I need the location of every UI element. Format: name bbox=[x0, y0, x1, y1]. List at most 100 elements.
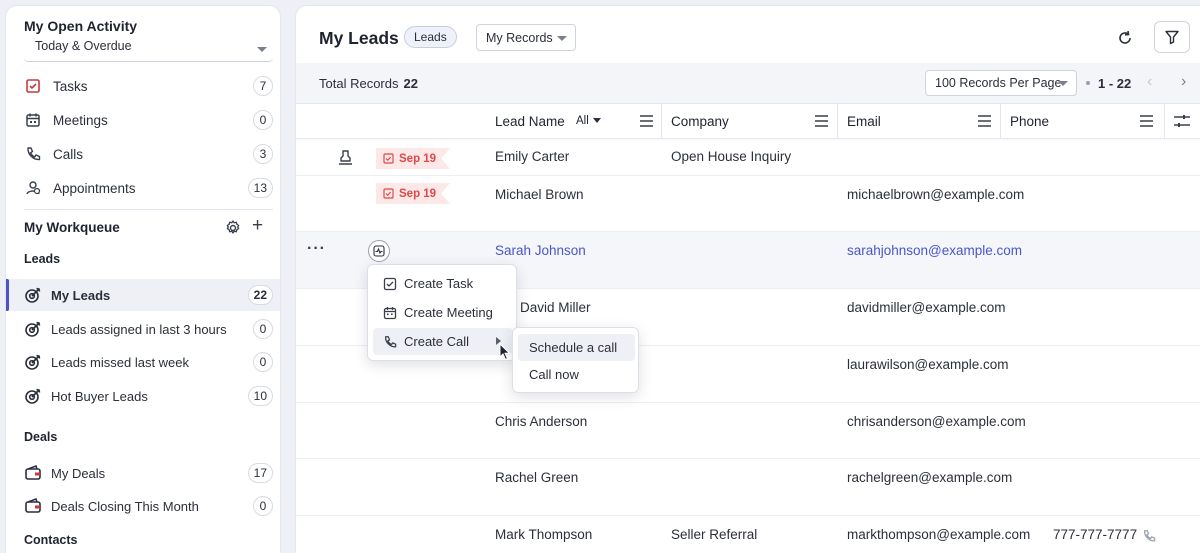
sidebar: My Open Activity Today & Overdue Tasks 7… bbox=[5, 5, 281, 553]
column-lead-name[interactable]: Lead Name bbox=[495, 104, 565, 139]
email-cell[interactable]: laurawilson@example.com bbox=[847, 357, 1009, 372]
column-menu-icon[interactable] bbox=[640, 115, 653, 127]
separator-dot bbox=[1086, 81, 1090, 85]
phone-cell[interactable]: 777-777-7777 bbox=[1053, 527, 1137, 542]
view-count: 17 bbox=[247, 463, 273, 483]
filter-button[interactable] bbox=[1154, 21, 1190, 53]
task-icon bbox=[383, 153, 394, 164]
calendar-icon bbox=[24, 111, 42, 129]
column-email[interactable]: Email bbox=[847, 104, 881, 139]
table-row[interactable]: Rachel Green rachelgreen@example.com bbox=[296, 459, 1200, 516]
activity-meetings[interactable]: Meetings 0 bbox=[24, 106, 273, 134]
lead-name-cell[interactable]: David Miller bbox=[520, 300, 591, 315]
email-cell[interactable]: michaelbrown@example.com bbox=[847, 187, 1024, 202]
phone-icon[interactable] bbox=[1142, 529, 1156, 543]
email-cell[interactable]: sarahjohnson@example.com bbox=[847, 243, 1022, 258]
page-title: My Leads bbox=[319, 28, 399, 48]
view-label: Leads assigned in last 3 hours bbox=[51, 321, 227, 337]
due-date-tag: Sep 19 bbox=[376, 148, 451, 169]
page-range: 1 - 22 bbox=[1098, 76, 1132, 91]
caret-down-icon bbox=[592, 118, 601, 124]
activity-tasks[interactable]: Tasks 7 bbox=[24, 72, 273, 100]
column-menu-icon[interactable] bbox=[1140, 115, 1153, 127]
chevron-down-icon bbox=[257, 47, 267, 52]
submenu-item-schedule-call[interactable]: Schedule a call bbox=[518, 334, 635, 361]
add-icon[interactable]: + bbox=[252, 216, 263, 236]
column-menu-icon[interactable] bbox=[815, 115, 828, 127]
sidebar-item-deals-closing[interactable]: Deals Closing This Month 0 bbox=[6, 490, 280, 522]
email-cell[interactable]: markthompson@example.com bbox=[847, 527, 1030, 542]
activity-title: My Open Activity bbox=[24, 18, 138, 34]
sidebar-item-my-deals[interactable]: My Deals 17 bbox=[6, 457, 280, 489]
column-settings-icon[interactable] bbox=[1174, 114, 1190, 129]
activity-filter-value: Today & Overdue bbox=[35, 39, 132, 53]
activity-count: 0 bbox=[253, 110, 273, 130]
company-cell: Seller Referral bbox=[671, 527, 758, 542]
refresh-button[interactable] bbox=[1113, 26, 1137, 50]
activity-label: Meetings bbox=[53, 112, 108, 128]
section-deals: Deals bbox=[24, 430, 58, 444]
target-icon bbox=[24, 320, 42, 338]
view-count: 0 bbox=[253, 352, 273, 372]
activity-context-menu: Create Task Create Meeting Create Call bbox=[367, 264, 517, 361]
filter-icon bbox=[1165, 30, 1179, 45]
records-per-page-select[interactable]: 100 Records Per Page bbox=[925, 70, 1077, 96]
view-count: 0 bbox=[253, 319, 273, 339]
task-icon bbox=[382, 276, 397, 291]
view-label: My Leads bbox=[51, 287, 111, 303]
sidebar-item-leads-missed[interactable]: Leads missed last week 0 bbox=[6, 346, 280, 378]
lead-name-cell[interactable]: Sarah Johnson bbox=[495, 243, 586, 258]
due-date-label: Sep 19 bbox=[399, 187, 437, 200]
task-icon bbox=[383, 188, 394, 199]
lead-name-cell[interactable]: Emily Carter bbox=[495, 149, 569, 164]
module-chip: Leads bbox=[404, 26, 457, 48]
view-select[interactable]: My Records bbox=[476, 24, 576, 51]
wallet-icon bbox=[24, 497, 42, 515]
email-cell[interactable]: davidmiller@example.com bbox=[847, 300, 1006, 315]
lead-name-cell[interactable]: Michael Brown bbox=[495, 187, 584, 202]
column-company[interactable]: Company bbox=[671, 104, 729, 139]
more-actions-icon[interactable]: ··· bbox=[307, 240, 326, 258]
gear-icon[interactable] bbox=[224, 219, 242, 237]
table-row[interactable]: Chris Anderson chrisanderson@example.com bbox=[296, 403, 1200, 459]
table-row[interactable]: Sep 19 Michael Brown michaelbrown@exampl… bbox=[296, 176, 1200, 232]
table-row[interactable]: Mark Thompson Seller Referral markthomps… bbox=[296, 516, 1200, 553]
table-row[interactable]: Sep 19 Emily Carter Open House Inquiry bbox=[296, 140, 1200, 176]
activity-label: Appointments bbox=[53, 180, 136, 196]
submenu-item-call-now[interactable]: Call now bbox=[518, 361, 635, 388]
email-cell[interactable]: chrisanderson@example.com bbox=[847, 414, 1026, 429]
sidebar-item-my-leads[interactable]: My Leads 22 bbox=[6, 279, 280, 311]
column-menu-icon[interactable] bbox=[978, 115, 991, 127]
view-count: 22 bbox=[247, 285, 273, 305]
activity-button[interactable] bbox=[368, 240, 390, 262]
task-icon bbox=[24, 77, 42, 95]
view-select-value: My Records bbox=[486, 30, 553, 45]
lead-name-all-filter[interactable]: All bbox=[576, 115, 601, 127]
call-submenu: Schedule a call Call now bbox=[512, 327, 639, 393]
divider bbox=[24, 209, 273, 210]
menu-item-create-meeting[interactable]: Create Meeting bbox=[373, 299, 513, 326]
all-filter-label: All bbox=[576, 115, 589, 127]
menu-item-create-call[interactable]: Create Call bbox=[373, 328, 513, 355]
activity-count: 3 bbox=[253, 144, 273, 164]
activity-label: Tasks bbox=[53, 78, 88, 94]
lead-name-cell[interactable]: Chris Anderson bbox=[495, 414, 587, 429]
stamp-icon[interactable] bbox=[337, 149, 354, 167]
chevron-right-icon[interactable]: › bbox=[1181, 73, 1186, 91]
activity-appointments[interactable]: Appointments 13 bbox=[24, 174, 273, 202]
email-cell[interactable]: rachelgreen@example.com bbox=[847, 470, 1012, 485]
menu-item-create-task[interactable]: Create Task bbox=[373, 270, 513, 297]
activity-calls[interactable]: Calls 3 bbox=[24, 140, 273, 168]
sidebar-item-hot-buyer-leads[interactable]: Hot Buyer Leads 10 bbox=[6, 380, 280, 412]
activity-filter-select[interactable]: Today & Overdue bbox=[24, 36, 273, 62]
lead-name-cell[interactable]: Mark Thompson bbox=[495, 527, 592, 542]
total-records: Total Records 22 bbox=[319, 76, 418, 91]
view-count: 10 bbox=[247, 386, 273, 406]
due-date-label: Sep 19 bbox=[399, 152, 437, 165]
appointment-icon bbox=[24, 179, 42, 197]
activity-count: 13 bbox=[247, 178, 273, 198]
chevron-left-icon[interactable]: ‹ bbox=[1147, 73, 1152, 91]
lead-name-cell[interactable]: Rachel Green bbox=[495, 470, 578, 485]
column-phone[interactable]: Phone bbox=[1010, 104, 1049, 139]
sidebar-item-leads-last-3-hours[interactable]: Leads assigned in last 3 hours 0 bbox=[6, 313, 280, 345]
